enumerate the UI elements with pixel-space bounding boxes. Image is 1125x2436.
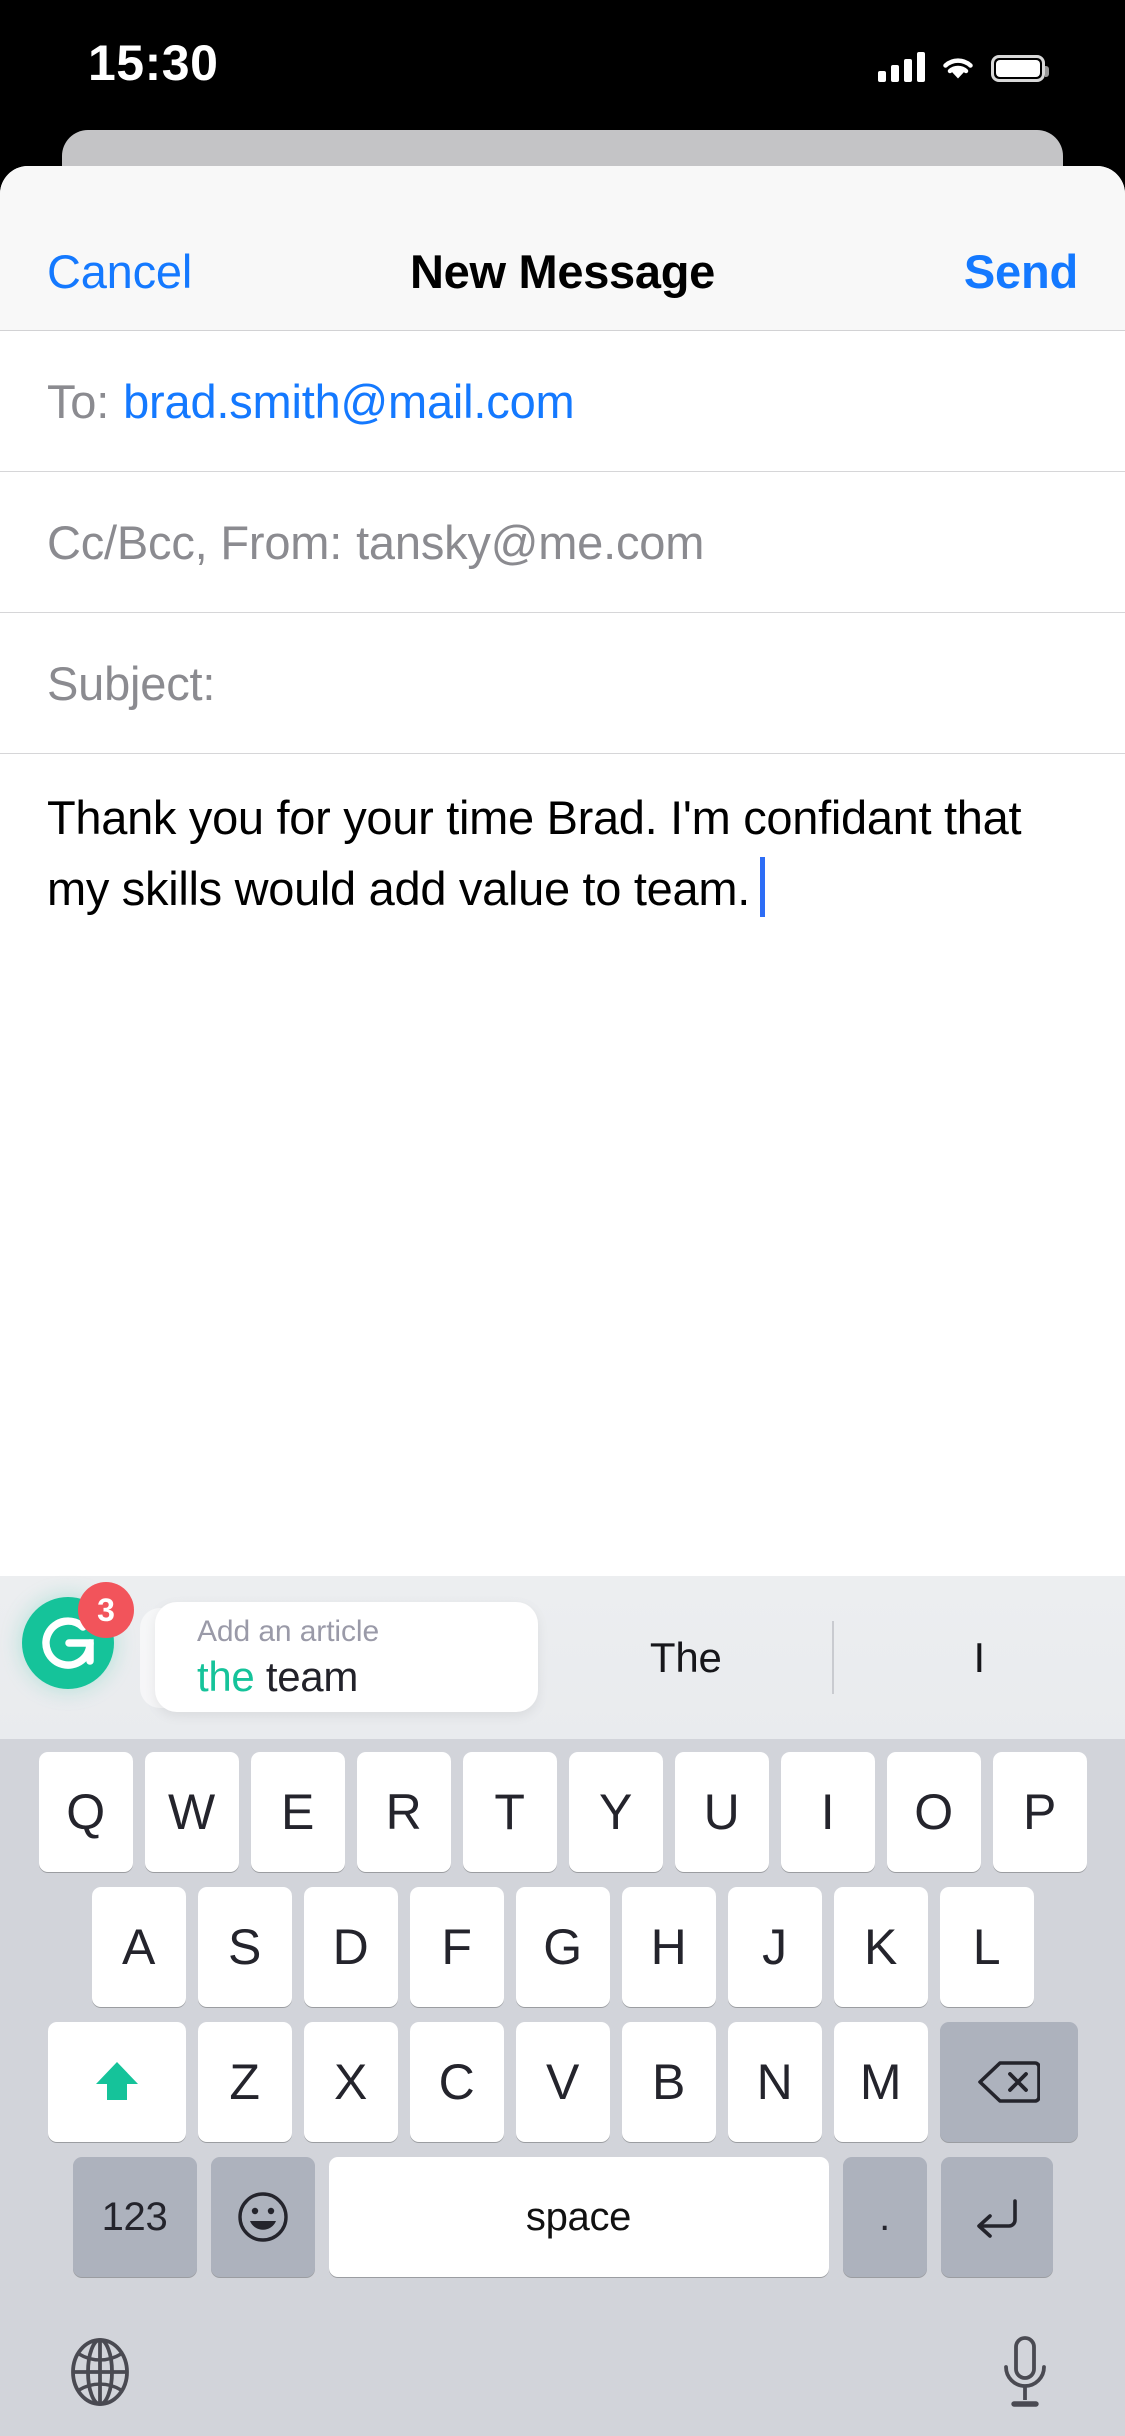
key-r[interactable]: R bbox=[356, 1752, 451, 1872]
status-bar-time: 15:30 bbox=[88, 35, 219, 91]
compose-fields: To: brad.smith@mail.com Cc/Bcc, From: ta… bbox=[0, 331, 1125, 754]
grammarly-keyboard: 3 Add an article the team The I Q W E R bbox=[0, 1576, 1125, 2436]
ccbcc-field-label: Cc/Bcc, From: bbox=[47, 515, 343, 569]
key-y[interactable]: Y bbox=[568, 1752, 663, 1872]
microphone-dictation-icon[interactable] bbox=[965, 2322, 1085, 2422]
ccbcc-from-field-row[interactable]: Cc/Bcc, From: tansky@me.com bbox=[0, 472, 1125, 613]
key-b[interactable]: B bbox=[621, 2022, 716, 2142]
key-a[interactable]: A bbox=[91, 1887, 186, 2007]
keyboard-row-4: 123 space . bbox=[0, 2157, 1125, 2277]
key-w[interactable]: W bbox=[144, 1752, 239, 1872]
page-title: New Message bbox=[410, 245, 715, 298]
suggestion-card-title: Add an article bbox=[197, 1615, 380, 1648]
to-field-label: To: bbox=[47, 374, 110, 428]
subject-field-row[interactable]: Subject: bbox=[0, 613, 1125, 754]
key-q[interactable]: Q bbox=[38, 1752, 133, 1872]
key-c[interactable]: C bbox=[409, 2022, 504, 2142]
key-o[interactable]: O bbox=[886, 1752, 981, 1872]
key-n[interactable]: N bbox=[727, 2022, 822, 2142]
backspace-delete-icon[interactable] bbox=[939, 2022, 1078, 2142]
to-field-value[interactable]: brad.smith@mail.com bbox=[123, 374, 575, 429]
cellular-signal-icon bbox=[878, 52, 925, 82]
numeric-mode-button[interactable]: 123 bbox=[72, 2157, 197, 2277]
suggestion-context-word: team bbox=[265, 1653, 359, 1700]
key-f[interactable]: F bbox=[409, 1887, 504, 2007]
key-u[interactable]: U bbox=[674, 1752, 769, 1872]
keyboard-row-2: A S D F G H J K L bbox=[0, 1887, 1125, 2007]
return-key-icon[interactable] bbox=[940, 2157, 1053, 2277]
phone-screen: 15:30 Cancel New Message Send To: brad.s… bbox=[0, 0, 1125, 2436]
grammarly-suggestion-card[interactable]: Add an article the team bbox=[155, 1602, 538, 1712]
space-key[interactable]: space bbox=[328, 2157, 829, 2277]
keyboard-row-1: Q W E R T Y U I O P bbox=[0, 1752, 1125, 1872]
suggestion-card-replacement: the team bbox=[197, 1653, 538, 1701]
wifi-icon bbox=[939, 52, 977, 82]
emoji-smiley-icon[interactable] bbox=[210, 2157, 315, 2277]
key-p[interactable]: P bbox=[992, 1752, 1087, 1872]
suggestion-inserted-word: the bbox=[197, 1653, 255, 1700]
send-button[interactable]: Send bbox=[964, 244, 1078, 299]
key-d[interactable]: D bbox=[303, 1887, 398, 2007]
prediction-slot-1[interactable]: The bbox=[540, 1634, 832, 1682]
key-t[interactable]: T bbox=[462, 1752, 557, 1872]
to-field-row[interactable]: To: brad.smith@mail.com bbox=[0, 331, 1125, 472]
grammarly-alert-badge: 3 bbox=[78, 1582, 134, 1638]
key-h[interactable]: H bbox=[621, 1887, 716, 2007]
key-k[interactable]: K bbox=[833, 1887, 928, 2007]
message-body-area[interactable]: Thank you for your time Brad. I'm confid… bbox=[0, 754, 1125, 1544]
keyboard-utility-bar bbox=[0, 2292, 1125, 2436]
text-cursor bbox=[759, 857, 765, 917]
message-body-text[interactable]: Thank you for your time Brad. I'm confid… bbox=[47, 791, 1022, 915]
from-field-value[interactable]: tansky@me.com bbox=[356, 515, 704, 570]
status-bar: 15:30 bbox=[0, 0, 1125, 132]
key-e[interactable]: E bbox=[250, 1752, 345, 1872]
subject-field-label: Subject: bbox=[47, 656, 216, 710]
compose-sheet: Cancel New Message Send To: brad.smith@m… bbox=[0, 166, 1125, 2436]
key-l[interactable]: L bbox=[939, 1887, 1034, 2007]
key-g[interactable]: G bbox=[515, 1887, 610, 2007]
navigation-bar: Cancel New Message Send bbox=[0, 166, 1125, 331]
keyboard-row-3: Z X C V B N M bbox=[0, 2022, 1125, 2142]
battery-full-icon bbox=[991, 55, 1049, 82]
key-v[interactable]: V bbox=[515, 2022, 610, 2142]
period-key[interactable]: . bbox=[842, 2157, 927, 2277]
key-i[interactable]: I bbox=[780, 1752, 875, 1872]
shift-arrow-icon[interactable] bbox=[47, 2022, 186, 2142]
status-bar-indicators bbox=[878, 40, 1049, 82]
key-m[interactable]: M bbox=[833, 2022, 928, 2142]
key-z[interactable]: Z bbox=[197, 2022, 292, 2142]
prediction-slot-2[interactable]: I bbox=[834, 1634, 1125, 1682]
key-s[interactable]: S bbox=[197, 1887, 292, 2007]
key-j[interactable]: J bbox=[727, 1887, 822, 2007]
globe-language-icon[interactable] bbox=[40, 2322, 160, 2422]
key-x[interactable]: X bbox=[303, 2022, 398, 2142]
predictive-text-bar: The I bbox=[540, 1576, 1125, 1739]
grammarly-suggestion-bar: 3 Add an article the team The I bbox=[0, 1576, 1125, 1739]
